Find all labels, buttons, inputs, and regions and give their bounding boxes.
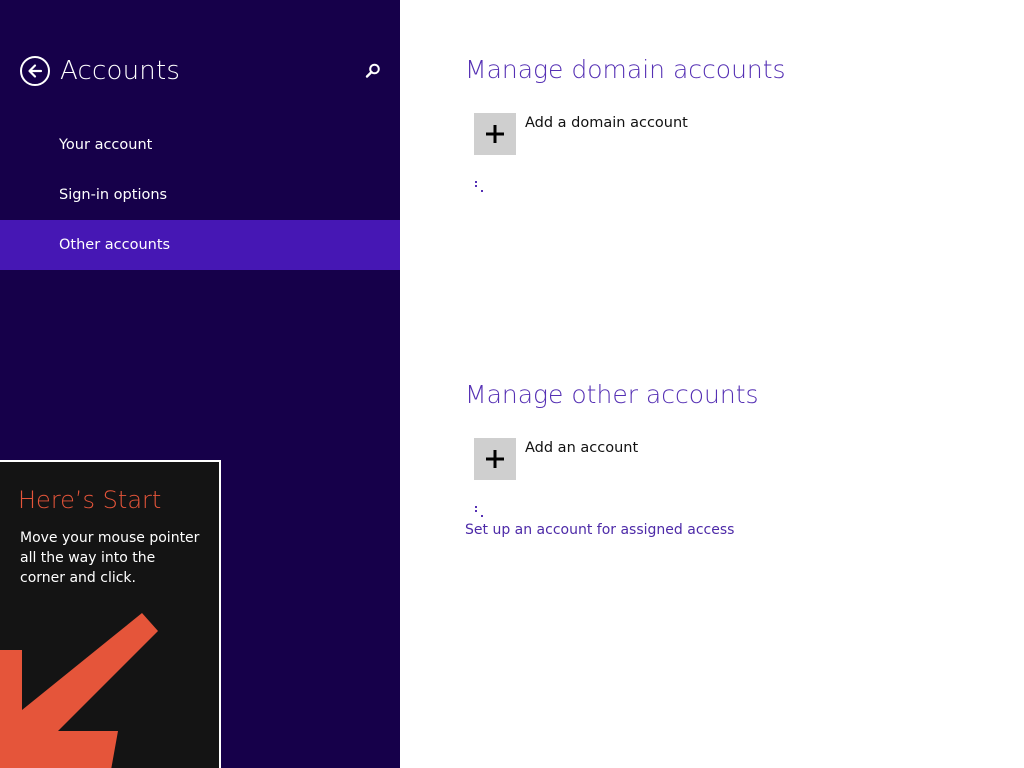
add-account-label: Add an account	[525, 440, 639, 456]
loading-indicator	[475, 506, 487, 520]
plus-icon	[486, 125, 504, 143]
assigned-access-link[interactable]: Set up an account for assigned access	[465, 522, 734, 538]
back-arrow-circle-icon	[28, 64, 43, 78]
sidebar-item-sign-in-options[interactable]: Sign-in options	[0, 170, 400, 220]
start-tip-overlay[interactable]: Here’s Start Move your mouse pointer all…	[0, 460, 221, 768]
back-button[interactable]	[20, 56, 50, 86]
domain-accounts-heading: Manage domain accounts	[465, 55, 786, 84]
add-domain-account-label: Add a domain account	[525, 115, 688, 131]
sidebar-header: Accounts	[20, 54, 382, 88]
plus-icon	[486, 450, 504, 468]
settings-sidebar: Accounts Your account Sign-in options Ot…	[0, 0, 400, 768]
main-content: Manage domain accounts Add a domain acco…	[400, 0, 1024, 768]
sidebar-nav: Your account Sign-in options Other accou…	[0, 120, 400, 270]
add-account-tile[interactable]	[474, 438, 516, 480]
search-icon[interactable]	[364, 62, 382, 80]
add-domain-account-tile[interactable]	[474, 113, 516, 155]
arrow-down-left-icon	[0, 613, 158, 768]
page-title: Accounts	[60, 56, 181, 86]
tip-body: Move your mouse pointer all the way into…	[20, 530, 200, 586]
sidebar-item-other-accounts[interactable]: Other accounts	[0, 220, 400, 270]
tip-title: Here’s Start	[18, 486, 162, 514]
other-accounts-heading: Manage other accounts	[465, 380, 759, 409]
sidebar-item-your-account[interactable]: Your account	[0, 120, 400, 170]
loading-indicator	[475, 181, 487, 195]
